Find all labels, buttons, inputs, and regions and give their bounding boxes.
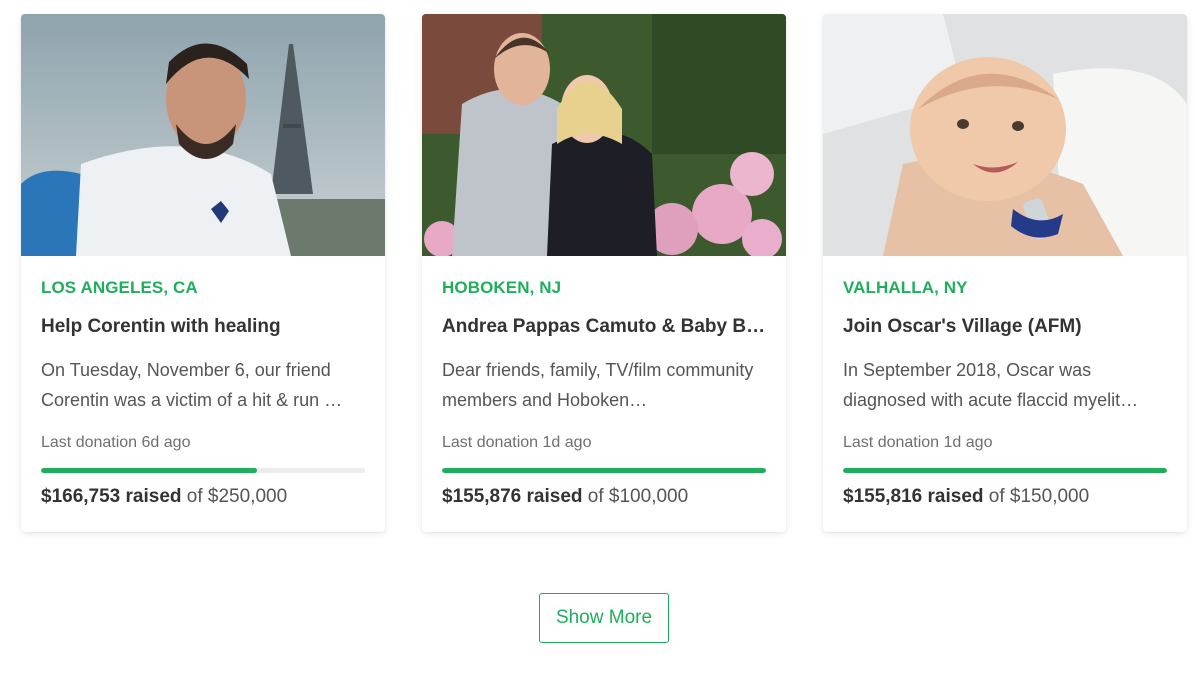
campaign-photo-couple-hydrangeas bbox=[422, 14, 786, 256]
campaign-description: In September 2018, Oscar was diagnosed w… bbox=[843, 360, 1139, 410]
raised-amount: $155,876 raised bbox=[442, 486, 583, 507]
goal-amount: of $250,000 bbox=[186, 486, 288, 507]
campaign-description: Dear friends, family, TV/film community … bbox=[442, 360, 754, 410]
last-donation-text: Last donation 1d ago bbox=[843, 434, 993, 451]
last-donation-text: Last donation 1d ago bbox=[442, 434, 592, 451]
amount-raised: $166,753 raised of $250,000 bbox=[41, 486, 287, 508]
campaign-card[interactable]: VALHALLA, NY Join Oscar's Village (AFM) … bbox=[823, 14, 1187, 532]
campaign-title[interactable]: Andrea Pappas Camuto & Baby Bl… bbox=[442, 316, 766, 338]
campaign-photo[interactable] bbox=[422, 14, 786, 256]
progress-bar-fill bbox=[442, 468, 766, 473]
campaign-description: On Tuesday, November 6, our friend Coren… bbox=[41, 360, 343, 410]
raised-amount: $166,753 raised bbox=[41, 486, 182, 507]
goal-amount: of $100,000 bbox=[587, 486, 689, 507]
campaign-photo-man-eiffel-tower bbox=[21, 14, 385, 256]
amount-raised: $155,816 raised of $150,000 bbox=[843, 486, 1089, 508]
show-more-button[interactable]: Show More bbox=[539, 593, 669, 643]
campaign-card[interactable]: LOS ANGELES, CA Help Corentin with heali… bbox=[21, 14, 385, 532]
progress-bar bbox=[41, 468, 365, 473]
campaign-title[interactable]: Help Corentin with healing bbox=[41, 316, 365, 338]
campaign-location: VALHALLA, NY bbox=[843, 278, 968, 297]
progress-bar bbox=[843, 468, 1167, 473]
campaign-location: HOBOKEN, NJ bbox=[442, 278, 562, 297]
progress-bar-fill bbox=[843, 468, 1167, 473]
campaign-card-list: LOS ANGELES, CA Help Corentin with heali… bbox=[21, 14, 1187, 532]
raised-amount: $155,816 raised bbox=[843, 486, 984, 507]
campaign-photo-baby-hospital bbox=[823, 14, 1187, 256]
progress-bar bbox=[442, 468, 766, 473]
campaign-card[interactable]: HOBOKEN, NJ Andrea Pappas Camuto & Baby … bbox=[422, 14, 786, 532]
campaign-photo[interactable] bbox=[823, 14, 1187, 256]
progress-bar-fill bbox=[41, 468, 258, 473]
goal-amount: of $150,000 bbox=[988, 486, 1090, 507]
campaign-photo[interactable] bbox=[21, 14, 385, 256]
last-donation-text: Last donation 6d ago bbox=[41, 434, 191, 451]
amount-raised: $155,876 raised of $100,000 bbox=[442, 486, 688, 508]
campaign-location: LOS ANGELES, CA bbox=[41, 278, 198, 297]
campaign-title[interactable]: Join Oscar's Village (AFM) bbox=[843, 316, 1167, 338]
